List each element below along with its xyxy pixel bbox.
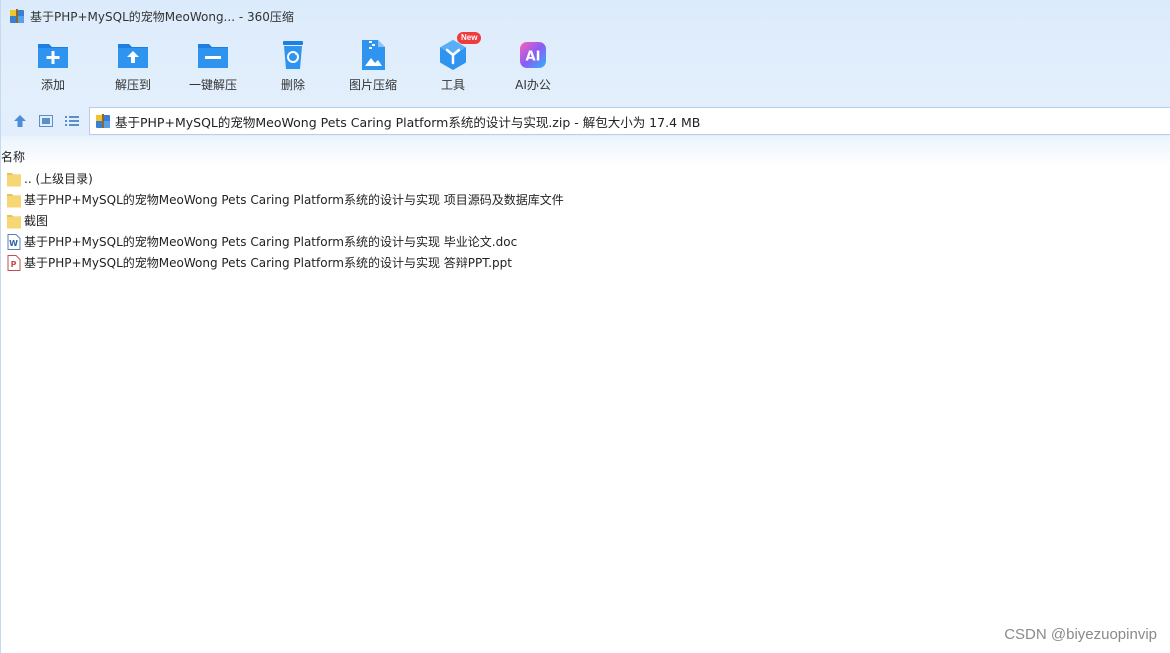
window-chrome: 基于PHP+MySQL的宠物MeoWong... - 360压缩 添加 解压到 … xyxy=(1,0,1170,106)
address-bar[interactable]: 基于PHP+MySQL的宠物MeoWong Pets Caring Platfo… xyxy=(89,107,1170,135)
one-click-extract-button[interactable]: 一键解压 xyxy=(173,38,253,98)
delete-button[interactable]: 删除 xyxy=(253,38,333,98)
list-item-label: .. (上级目录) xyxy=(24,172,93,186)
add-label: 添加 xyxy=(40,78,65,92)
navigation-bar: 基于PHP+MySQL的宠物MeoWong Pets Caring Platfo… xyxy=(1,106,1170,136)
window-title: 基于PHP+MySQL的宠物MeoWong... - 360压缩 xyxy=(30,9,294,24)
list-item-label: 基于PHP+MySQL的宠物MeoWong Pets Caring Platfo… xyxy=(24,235,518,249)
word-document-icon: W xyxy=(7,233,21,250)
tools-label: 工具 xyxy=(440,78,465,92)
list-view-icon xyxy=(65,116,79,126)
arrow-up-icon xyxy=(14,115,26,127)
list-item-label: 截图 xyxy=(24,214,49,228)
app-window: 基于PHP+MySQL的宠物MeoWong... - 360压缩 添加 解压到 … xyxy=(0,0,1170,653)
address-path: 基于PHP+MySQL的宠物MeoWong Pets Caring Platfo… xyxy=(115,114,701,130)
one-click-extract-icon xyxy=(198,44,228,68)
image-compress-button[interactable]: 图片压缩 xyxy=(333,38,413,98)
list-view-button[interactable] xyxy=(62,111,82,131)
add-button[interactable]: 添加 xyxy=(13,38,93,98)
image-compress-icon xyxy=(362,40,385,70)
folder-icon xyxy=(7,172,21,186)
file-list: 名称 .. (上级目录) 基于PHP+MySQL的宠物MeoWong Pets … xyxy=(1,136,1170,653)
zip-archive-icon xyxy=(96,114,110,128)
tools-button[interactable]: New 工具 xyxy=(413,32,493,98)
folder-icon xyxy=(7,193,21,207)
extract-to-button[interactable]: 解压到 xyxy=(93,38,173,98)
list-item-thesis-doc[interactable]: W 基于PHP+MySQL的宠物MeoWong Pets Caring Plat… xyxy=(1,231,1170,252)
ai-office-icon: AI xyxy=(520,42,546,68)
up-level-button[interactable] xyxy=(10,111,30,131)
delete-label: 删除 xyxy=(280,78,305,92)
archive-app-icon xyxy=(10,9,24,23)
list-header: 名称 xyxy=(1,136,1170,166)
watermark: CSDN @biyezuopinvip xyxy=(1004,626,1157,643)
folder-icon xyxy=(7,214,21,228)
file-rows: .. (上级目录) 基于PHP+MySQL的宠物MeoWong Pets Car… xyxy=(1,168,1170,273)
list-item-defense-ppt[interactable]: P 基于PHP+MySQL的宠物MeoWong Pets Caring Plat… xyxy=(1,252,1170,273)
toolbar: 添加 解压到 一键解压 删除 图片压缩 New 工具 AI AI办公 xyxy=(13,32,573,98)
add-folder-icon xyxy=(38,44,68,68)
one-click-extract-label: 一键解压 xyxy=(188,78,237,92)
ai-office-button[interactable]: AI AI办公 xyxy=(493,38,573,98)
list-item-screenshots-folder[interactable]: 截图 xyxy=(1,210,1170,231)
list-item-label: 基于PHP+MySQL的宠物MeoWong Pets Caring Platfo… xyxy=(24,193,564,207)
list-item-source-folder[interactable]: 基于PHP+MySQL的宠物MeoWong Pets Caring Platfo… xyxy=(1,189,1170,210)
svg-text:P: P xyxy=(11,260,17,269)
extract-to-label: 解压到 xyxy=(114,78,151,92)
ai-office-label: AI办公 xyxy=(515,78,551,92)
powerpoint-document-icon: P xyxy=(7,254,21,271)
image-compress-label: 图片压缩 xyxy=(348,78,397,92)
thumbnail-view-icon xyxy=(39,115,53,127)
title-bar: 基于PHP+MySQL的宠物MeoWong... - 360压缩 xyxy=(1,0,1170,32)
new-badge: New xyxy=(457,32,482,44)
list-item-parent-dir[interactable]: .. (上级目录) xyxy=(1,168,1170,189)
column-header-name[interactable]: 名称 xyxy=(1,148,25,165)
recycle-bin-icon xyxy=(283,41,303,69)
list-item-label: 基于PHP+MySQL的宠物MeoWong Pets Caring Platfo… xyxy=(24,256,512,270)
svg-text:AI: AI xyxy=(526,50,541,65)
thumbnail-view-button[interactable] xyxy=(36,111,56,131)
svg-text:W: W xyxy=(9,239,18,248)
extract-to-icon xyxy=(118,44,148,68)
